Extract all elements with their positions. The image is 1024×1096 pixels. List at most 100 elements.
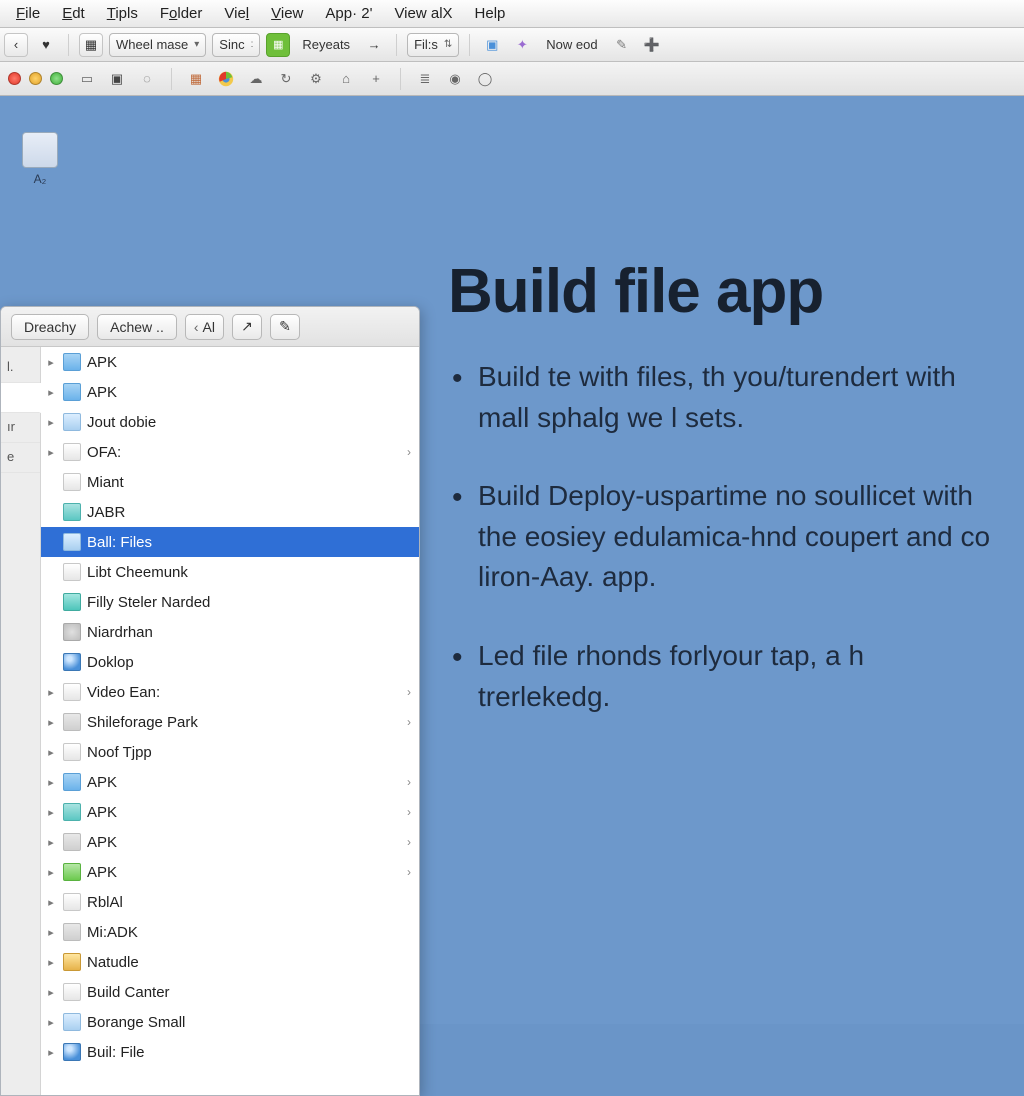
- nowod-label[interactable]: Now eod: [540, 33, 603, 57]
- layout-icon[interactable]: ▭: [77, 69, 97, 89]
- tool-b-button[interactable]: ✎: [270, 314, 300, 340]
- disclosure-triangle-icon[interactable]: ▸: [45, 866, 57, 879]
- disclosure-triangle-icon[interactable]: ▸: [45, 776, 57, 789]
- file-row[interactable]: Ball: Files: [41, 527, 419, 557]
- file-row[interactable]: Miant: [41, 467, 419, 497]
- file-row[interactable]: Libt Cheemunk: [41, 557, 419, 587]
- file-label: Shileforage Park: [87, 714, 401, 731]
- desktop: A₂ Dreachy Achew .. ‹ Al ↗ ✎ l. ır e ▸AP…: [0, 96, 1024, 1024]
- wheel-dropdown[interactable]: Wheel mase ▾: [109, 33, 206, 57]
- sinc-dropdown[interactable]: Sinc :: [212, 33, 260, 57]
- reyeats-label[interactable]: Reyeats: [296, 33, 356, 57]
- zoom-window-button[interactable]: [50, 72, 63, 85]
- chevron-right-icon: ›: [407, 775, 411, 789]
- file-row[interactable]: ▸Jout dobie: [41, 407, 419, 437]
- separator: [68, 34, 69, 56]
- arrow-right-icon[interactable]: →: [362, 33, 386, 57]
- file-row[interactable]: ▸Natudle: [41, 947, 419, 977]
- menu-edt[interactable]: Edt: [52, 3, 95, 24]
- list-icon[interactable]: ≣: [415, 69, 435, 89]
- gear-icon[interactable]: ⚙: [306, 69, 326, 89]
- file-row[interactable]: ▸ Mi:ADK: [41, 917, 419, 947]
- wand-icon[interactable]: ✎: [610, 33, 634, 57]
- file-row[interactable]: ▸RblAl: [41, 887, 419, 917]
- file-row[interactable]: ▸APK: [41, 347, 419, 377]
- file-row[interactable]: Niardrhan: [41, 617, 419, 647]
- minimize-window-button[interactable]: [29, 72, 42, 85]
- plus-icon[interactable]: +: [366, 69, 386, 89]
- sidebar-item[interactable]: l.: [1, 353, 40, 383]
- disclosure-triangle-icon[interactable]: ▸: [45, 956, 57, 969]
- back-al-button[interactable]: ‹ Al: [185, 314, 224, 340]
- disclosure-triangle-icon[interactable]: ▸: [45, 686, 57, 699]
- close-window-button[interactable]: [8, 72, 21, 85]
- file-row[interactable]: ▸APK: [41, 377, 419, 407]
- menu-file[interactable]: File: [6, 3, 50, 24]
- file-row[interactable]: ▸Buil: File: [41, 1037, 419, 1067]
- separator: [396, 34, 397, 56]
- green-square-icon[interactable]: ▦: [266, 33, 290, 57]
- achew-button[interactable]: Achew ..: [97, 314, 177, 340]
- file-row[interactable]: Doklop: [41, 647, 419, 677]
- grid-icon[interactable]: ▦: [79, 33, 103, 57]
- disclosure-triangle-icon[interactable]: ▸: [45, 1046, 57, 1059]
- menu-folder[interactable]: Folder: [150, 3, 213, 24]
- file-row[interactable]: ▸APK›: [41, 857, 419, 887]
- disclosure-triangle-icon[interactable]: ▸: [45, 356, 57, 369]
- menu-app2[interactable]: App· 2': [315, 3, 382, 24]
- target-icon[interactable]: ◉: [445, 69, 465, 89]
- desktop-shortcut[interactable]: A₂: [18, 132, 62, 186]
- disclosure-triangle-icon[interactable]: ▸: [45, 896, 57, 909]
- file-row[interactable]: ▸APK›: [41, 767, 419, 797]
- circle-icon[interactable]: ◌: [137, 69, 157, 89]
- sidebar-item[interactable]: e: [1, 443, 40, 473]
- file-row[interactable]: ▸ Borange Small: [41, 1007, 419, 1037]
- fills-dropdown[interactable]: Fil:s ⇅: [407, 33, 459, 57]
- disclosure-triangle-icon[interactable]: ▸: [45, 386, 57, 399]
- disclosure-triangle-icon[interactable]: ▸: [45, 926, 57, 939]
- disclosure-triangle-icon[interactable]: ▸: [45, 746, 57, 759]
- sidebar-item[interactable]: ır: [1, 413, 40, 443]
- file-row[interactable]: ▸APK›: [41, 797, 419, 827]
- heart-icon[interactable]: ♥: [34, 33, 58, 57]
- home-icon[interactable]: ⌂: [336, 69, 356, 89]
- layout2-icon[interactable]: ▣: [107, 69, 127, 89]
- file-row[interactable]: ▸Video Ean:›: [41, 677, 419, 707]
- menu-viel[interactable]: Viel: [214, 3, 259, 24]
- file-row[interactable]: ▸OFA:›: [41, 437, 419, 467]
- file-row[interactable]: ▸ Build Canter: [41, 977, 419, 1007]
- disclosure-triangle-icon[interactable]: ▸: [45, 836, 57, 849]
- picture-icon[interactable]: ▣: [480, 33, 504, 57]
- plus-circle-icon[interactable]: ➕: [640, 33, 664, 57]
- file-label: Build Canter: [87, 984, 405, 1001]
- dreachy-button[interactable]: Dreachy: [11, 314, 89, 340]
- file-icon: [63, 353, 81, 371]
- file-row[interactable]: JABR: [41, 497, 419, 527]
- puzzle-icon[interactable]: ✦: [510, 33, 534, 57]
- refresh-icon[interactable]: ↻: [276, 69, 296, 89]
- menu-viewalx[interactable]: View alX: [384, 3, 462, 24]
- menu-view[interactable]: View: [261, 3, 313, 24]
- disclosure-triangle-icon[interactable]: ▸: [45, 1016, 57, 1029]
- file-row[interactable]: Filly Steler Narded: [41, 587, 419, 617]
- disclosure-triangle-icon[interactable]: ▸: [45, 716, 57, 729]
- ring-icon[interactable]: ◯: [475, 69, 495, 89]
- disclosure-triangle-icon[interactable]: ▸: [45, 416, 57, 429]
- tool-a-button[interactable]: ↗: [232, 314, 262, 340]
- back-button[interactable]: ‹: [4, 33, 28, 57]
- file-row[interactable]: ▸Noof Tjpp: [41, 737, 419, 767]
- table-icon[interactable]: ▦: [186, 69, 206, 89]
- file-label: Mi:ADK: [87, 924, 405, 941]
- menu-help[interactable]: Help: [465, 3, 516, 24]
- cloud-icon[interactable]: ☁: [246, 69, 266, 89]
- file-row[interactable]: ▸APK›: [41, 827, 419, 857]
- chrome-icon[interactable]: [216, 69, 236, 89]
- disclosure-triangle-icon[interactable]: ▸: [45, 806, 57, 819]
- file-label: Borange Small: [87, 1014, 405, 1031]
- menu-tipls[interactable]: Tipls: [97, 3, 148, 24]
- disclosure-triangle-icon[interactable]: ▸: [45, 986, 57, 999]
- file-row[interactable]: ▸Shileforage Park›: [41, 707, 419, 737]
- sidebar-item[interactable]: [1, 383, 41, 413]
- file-list[interactable]: ▸APK▸APK▸Jout dobie▸OFA:›MiantJABRBall: …: [41, 347, 419, 1095]
- disclosure-triangle-icon[interactable]: ▸: [45, 446, 57, 459]
